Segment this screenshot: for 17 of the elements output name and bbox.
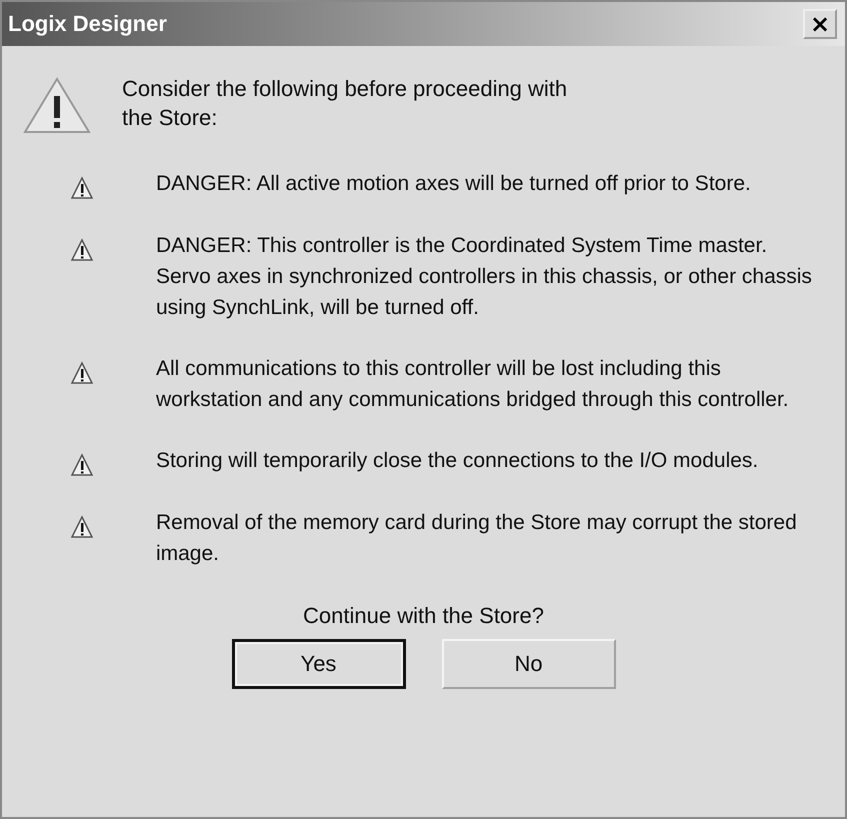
warning-text: Removal of the memory card during the Store may corrupt the stored image. xyxy=(156,510,798,567)
warning-icon xyxy=(22,76,92,136)
warning-text: All communications to this controller will be lost including this workstation and any communications bridged through this controller. xyxy=(156,356,790,413)
warning-text: DANGER: This controller is the Coordinated System Time master. Servo axes in synchronized controllers in this chassis, or other chassis using SynchLink, will be turned off. xyxy=(156,233,813,321)
warning-icon xyxy=(70,238,94,262)
warning-icon xyxy=(70,176,94,200)
intro-text: Consider the following before proceeding with the Store: xyxy=(122,75,568,132)
question-text: Continue with the Store? xyxy=(302,603,545,629)
warning-icon xyxy=(70,515,94,539)
close-button[interactable]: × xyxy=(803,9,837,39)
warning-icon xyxy=(70,361,94,385)
dialog-button[interactable]: No xyxy=(442,639,616,689)
warning-icon xyxy=(70,453,94,477)
dialog-button[interactable]: Yes xyxy=(232,639,406,689)
window-title: Logix Designer xyxy=(8,11,167,37)
warning-text: Storing will temporarily close the connections to the I/O modules. xyxy=(156,448,760,474)
warning-text: DANGER: All active motion axes will be turned off prior to Store. xyxy=(156,171,752,197)
